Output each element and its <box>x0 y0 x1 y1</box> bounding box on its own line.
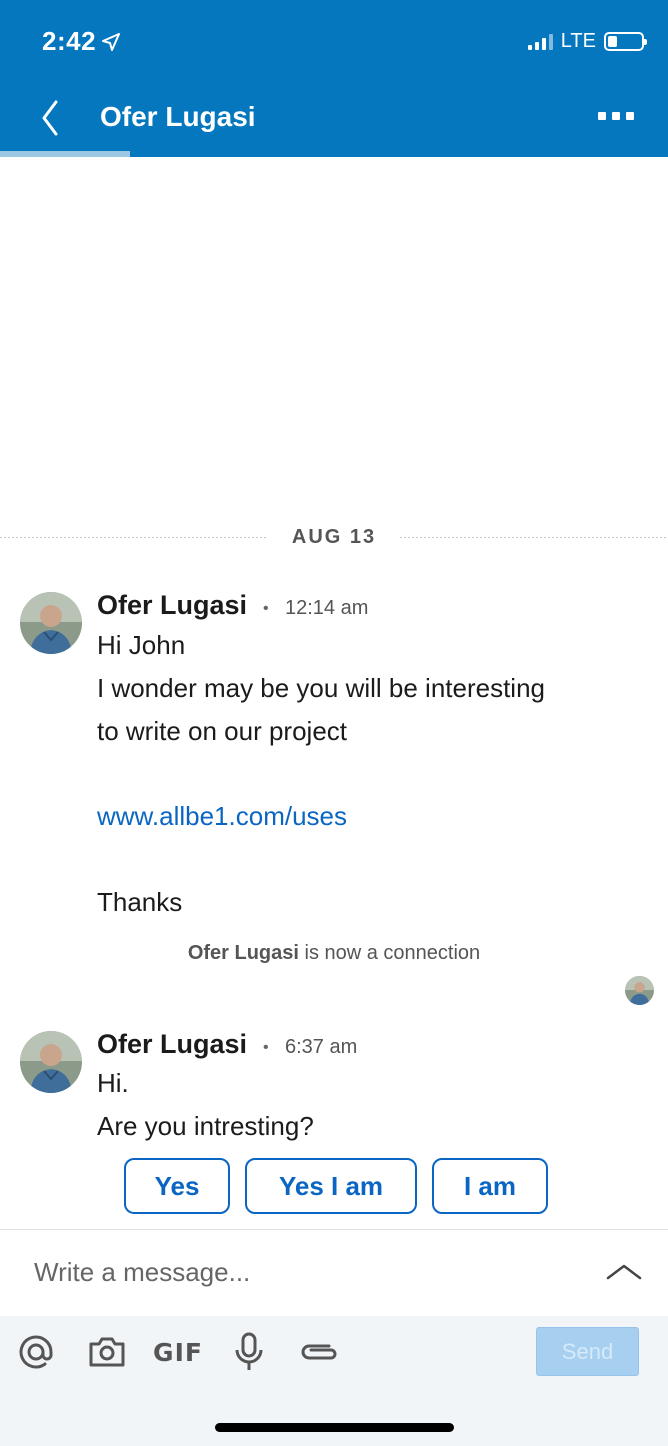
message-time: 12:14 am <box>285 597 369 619</box>
attach-button[interactable] <box>299 1330 341 1374</box>
message-text: I wonder may be you will be interesting <box>97 673 546 703</box>
status-indicators: LTE <box>527 30 647 53</box>
sender-avatar[interactable] <box>20 592 82 654</box>
chevron-up-icon <box>606 1264 642 1280</box>
message-text: to write on our project <box>97 716 348 746</box>
separator-dot: • <box>263 600 269 617</box>
loading-progress-bar <box>0 151 130 157</box>
chevron-left-icon <box>42 100 58 136</box>
status-time: 2:42 <box>42 26 121 57</box>
battery-icon <box>604 32 647 51</box>
home-indicator[interactable] <box>215 1423 454 1432</box>
camera-button[interactable] <box>87 1330 127 1374</box>
date-divider: AUG 13 <box>0 524 668 550</box>
quick-reply-yes[interactable]: Yes <box>124 1158 230 1214</box>
read-receipt-avatar <box>625 976 654 1005</box>
connection-notice: Ofer Lugasi is now a connection <box>0 942 668 965</box>
composer-divider <box>0 1229 668 1230</box>
more-dot <box>626 112 634 120</box>
mention-button[interactable] <box>16 1330 56 1374</box>
message-text: Are you intresting? <box>97 1111 314 1141</box>
avatar-photo <box>20 592 82 654</box>
sender-name[interactable]: Ofer Lugasi <box>97 590 247 621</box>
divider-line <box>0 537 268 538</box>
more-options-button[interactable] <box>594 108 638 124</box>
message-time: 6:37 am <box>285 1036 358 1058</box>
more-dot <box>598 112 606 120</box>
at-sign-icon <box>19 1335 53 1369</box>
quick-reply-i-am[interactable]: I am <box>432 1158 548 1214</box>
gif-label: GIF <box>153 1337 203 1367</box>
status-time-text: 2:42 <box>42 26 97 56</box>
camera-icon <box>89 1337 125 1367</box>
top-header: 2:42 LTE Ofer Lugasi <box>0 0 668 157</box>
microphone-icon <box>235 1332 263 1370</box>
send-button[interactable]: Send <box>536 1327 639 1376</box>
connection-text: is now a connection <box>298 942 481 964</box>
signal-icon <box>527 33 553 50</box>
quick-reply-group: Yes Yes I am I am <box>124 1158 548 1214</box>
network-label: LTE <box>560 30 596 52</box>
sender-name[interactable]: Ofer Lugasi <box>97 1029 247 1060</box>
connection-name[interactable]: Ofer Lugasi <box>188 942 299 964</box>
location-arrow-icon <box>102 32 121 51</box>
message-text: Hi. <box>97 1068 129 1098</box>
voice-message-button[interactable] <box>231 1330 267 1374</box>
avatar-photo <box>20 1031 82 1093</box>
paperclip-icon <box>301 1344 337 1360</box>
message-text: Thanks <box>97 887 183 917</box>
quick-reply-yes-i-am[interactable]: Yes I am <box>245 1158 417 1214</box>
conversation-title[interactable]: Ofer Lugasi <box>100 101 256 133</box>
separator-dot: • <box>263 1039 269 1056</box>
more-dot <box>612 112 620 120</box>
divider-line <box>400 537 668 538</box>
message-link[interactable]: www.allbe1.com/uses <box>97 801 347 831</box>
date-label: AUG 13 <box>291 525 377 548</box>
expand-composer-button[interactable] <box>604 1256 644 1286</box>
message-text: Hi John <box>97 630 186 660</box>
back-button[interactable] <box>30 96 70 140</box>
message-input[interactable] <box>34 1252 554 1292</box>
gif-button[interactable]: GIF <box>153 1330 203 1374</box>
sender-avatar[interactable] <box>20 1031 82 1093</box>
